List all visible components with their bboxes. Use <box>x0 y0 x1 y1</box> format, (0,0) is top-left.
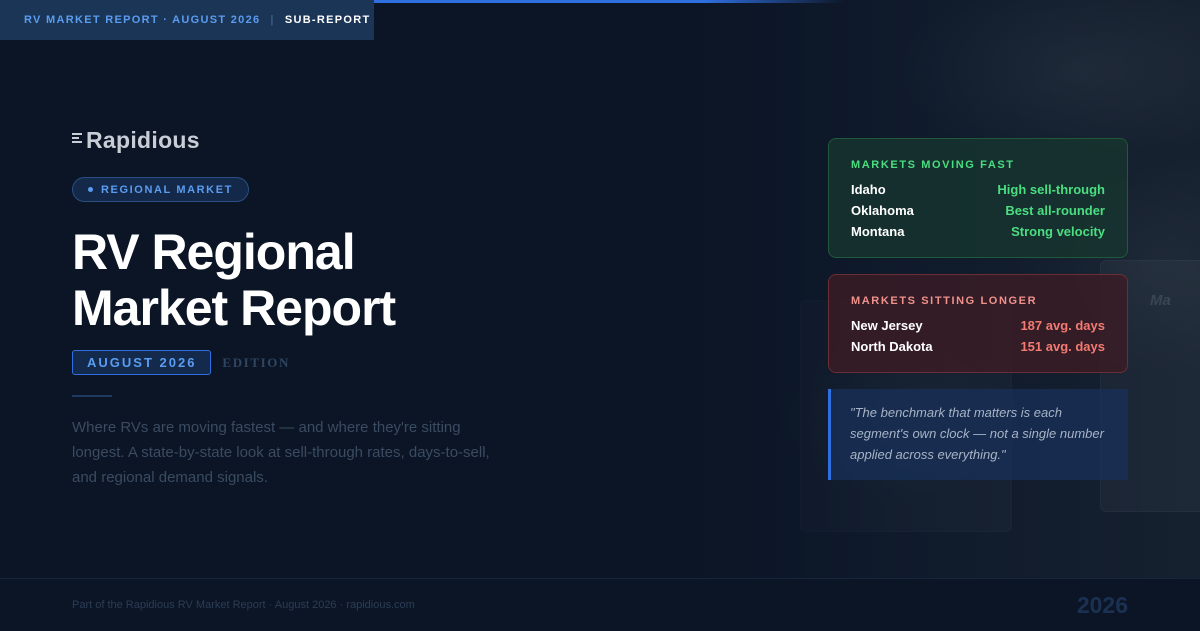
quote-text: "The benchmark that matters is each segm… <box>850 405 1104 462</box>
pull-quote: "The benchmark that matters is each segm… <box>828 389 1128 480</box>
list-item: North Dakota 151 avg. days <box>851 336 1105 357</box>
list-item: Montana Strong velocity <box>851 221 1105 242</box>
accent-line <box>374 0 844 3</box>
state-metric: 187 avg. days <box>1020 318 1105 333</box>
report-tag: RV MARKET REPORT · AUGUST 2026 | SUB-REP… <box>0 0 374 40</box>
footer-text: Part of the Rapidious RV Market Report ·… <box>72 599 415 611</box>
state-name: New Jersey <box>851 318 923 333</box>
report-tag-type: SUB-REPORT <box>284 14 371 26</box>
list-item: New Jersey 187 avg. days <box>851 315 1105 336</box>
category-pill: REGIONAL MARKET <box>72 177 249 202</box>
state-metric: High sell-through <box>997 182 1105 197</box>
footer-year: 2026 <box>1076 592 1128 618</box>
state-name: North Dakota <box>851 339 933 354</box>
list-item: Oklahoma Best all-rounder <box>851 200 1105 221</box>
markets-slow-card: MARKETS SITTING LONGER New Jersey 187 av… <box>828 274 1128 373</box>
page-title: RV Regional Market Report <box>72 224 396 336</box>
list-item: Idaho High sell-through <box>851 179 1105 200</box>
report-tag-title: RV MARKET REPORT · AUGUST 2026 <box>24 14 261 26</box>
category-label: REGIONAL MARKET <box>101 183 233 196</box>
title-line-2: Market Report <box>72 280 396 336</box>
state-metric: Best all-rounder <box>1005 203 1105 218</box>
report-tag-separator: | <box>270 14 275 26</box>
speed-lines-icon <box>72 130 86 152</box>
edition-label: EDITION <box>222 354 290 370</box>
divider <box>72 395 112 397</box>
state-name: Idaho <box>851 182 886 197</box>
edition-badge: AUGUST 2026 <box>72 350 212 375</box>
markets-fast-card: MARKETS MOVING FAST Idaho High sell-thro… <box>828 138 1128 258</box>
state-name: Oklahoma <box>851 203 914 218</box>
title-line-1: RV Regional <box>72 224 356 280</box>
description: Where RVs are moving fastest — and where… <box>72 419 490 486</box>
markets-slow-title: MARKETS SITTING LONGER <box>851 295 1038 307</box>
dot-icon <box>88 187 93 192</box>
markets-fast-title: MARKETS MOVING FAST <box>851 159 1015 171</box>
state-metric: Strong velocity <box>1011 224 1105 239</box>
edition-row: AUGUST 2026 EDITION <box>72 350 290 375</box>
footer: Part of the Rapidious RV Market Report ·… <box>0 578 1200 631</box>
state-metric: 151 avg. days <box>1020 339 1105 354</box>
brand-name: Rapidious <box>86 127 200 153</box>
brand-logo: Rapidious <box>72 127 200 154</box>
state-name: Montana <box>851 224 905 239</box>
